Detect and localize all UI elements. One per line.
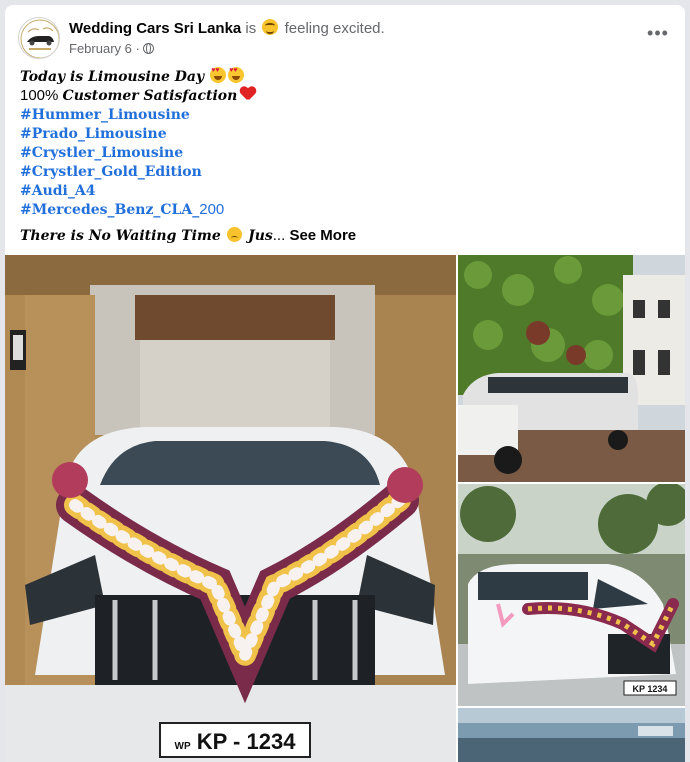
hashtag-row: #Audi_A4: [20, 181, 670, 200]
main-plate-text: WP KP - 1234: [175, 729, 297, 754]
hashtag-row: #Hummer_Limousine: [20, 105, 670, 124]
hashtag-row: #Crystler_Limousine: [20, 143, 670, 162]
post-meta: February 6 ·: [69, 41, 155, 56]
last-line-text: There is No Waiting Time: [20, 228, 221, 244]
last-line-tail: Jus: [248, 228, 273, 244]
feeling-text: feeling excited.: [280, 20, 385, 37]
more-options-button[interactable]: •••: [644, 24, 672, 47]
hummer-photo-image: [458, 255, 685, 482]
heart-eyes-icon: [210, 67, 227, 83]
message-line-2: 100% Customer Satisfaction: [20, 86, 670, 105]
message-last-line: There is No Waiting Time Jus... See More: [20, 226, 670, 245]
heart-eyes-icon: [228, 67, 245, 83]
see-more-link[interactable]: See More: [289, 227, 356, 244]
wedding-cars-logo: [19, 18, 59, 58]
hashtag-link[interactable]: #Prado_Limousine: [20, 126, 167, 142]
hashtag-link[interactable]: #Crystler_Limousine: [20, 145, 183, 161]
post-date-link[interactable]: February 6: [69, 41, 132, 56]
post-header: Wedding Cars Sri Lanka is feeling excite…: [18, 17, 672, 61]
post-message: Today is Limousine Day 100% Customer Sat…: [20, 67, 670, 245]
prado-photo-image: WP KP - 1234: [5, 255, 456, 762]
red-heart-icon: [240, 87, 256, 101]
line2-prefix: 100%: [20, 87, 63, 104]
hashtag-link[interactable]: #Audi_A4: [20, 183, 95, 199]
grinning-face-icon: [262, 19, 279, 35]
hashtag-link-mercedes[interactable]: #Mercedes_Benz_CLA_200: [20, 201, 225, 218]
line2-fancy: Customer Satisfaction: [62, 88, 238, 104]
photo-prado-limousine[interactable]: KP 1234: [458, 484, 685, 706]
meta-separator: ·: [131, 41, 144, 56]
worried-face-icon: [226, 227, 242, 242]
post-title-line: Wedding Cars Sri Lanka is feeling excite…: [69, 19, 385, 39]
photo-hummer-limousine[interactable]: [458, 255, 685, 482]
globe-icon[interactable]: [143, 43, 155, 54]
page-name-link[interactable]: Wedding Cars Sri Lanka: [69, 20, 241, 37]
post-card: Wedding Cars Sri Lanka is feeling excite…: [5, 5, 685, 762]
photo-prado-garland[interactable]: WP KP - 1234: [5, 255, 456, 762]
is-text: is: [241, 20, 261, 37]
r2-plate-text: KP 1234: [633, 684, 668, 694]
page-avatar[interactable]: [18, 17, 60, 59]
message-line-1: Today is Limousine Day: [20, 67, 670, 86]
hashtag-link[interactable]: #Crystler_Gold_Edition: [20, 164, 202, 180]
building-photo-image: [458, 708, 685, 762]
line1-text: Today is Limousine Day: [20, 69, 205, 85]
hashtag-row: #Crystler_Gold_Edition: [20, 162, 670, 181]
hashtag-link[interactable]: #Hummer_Limousine: [20, 107, 190, 123]
prado-limo-photo-image: KP 1234: [458, 484, 685, 706]
ellipsis: ...: [272, 227, 286, 244]
hashtag-row: #Prado_Limousine: [20, 124, 670, 143]
hashtag-row: #Mercedes_Benz_CLA_200: [20, 200, 670, 219]
photo-building[interactable]: [458, 708, 685, 762]
hashtag-plain-part: 200: [199, 201, 225, 218]
hashtag-fancy-part: #Mercedes_Benz_CLA_: [20, 202, 200, 218]
